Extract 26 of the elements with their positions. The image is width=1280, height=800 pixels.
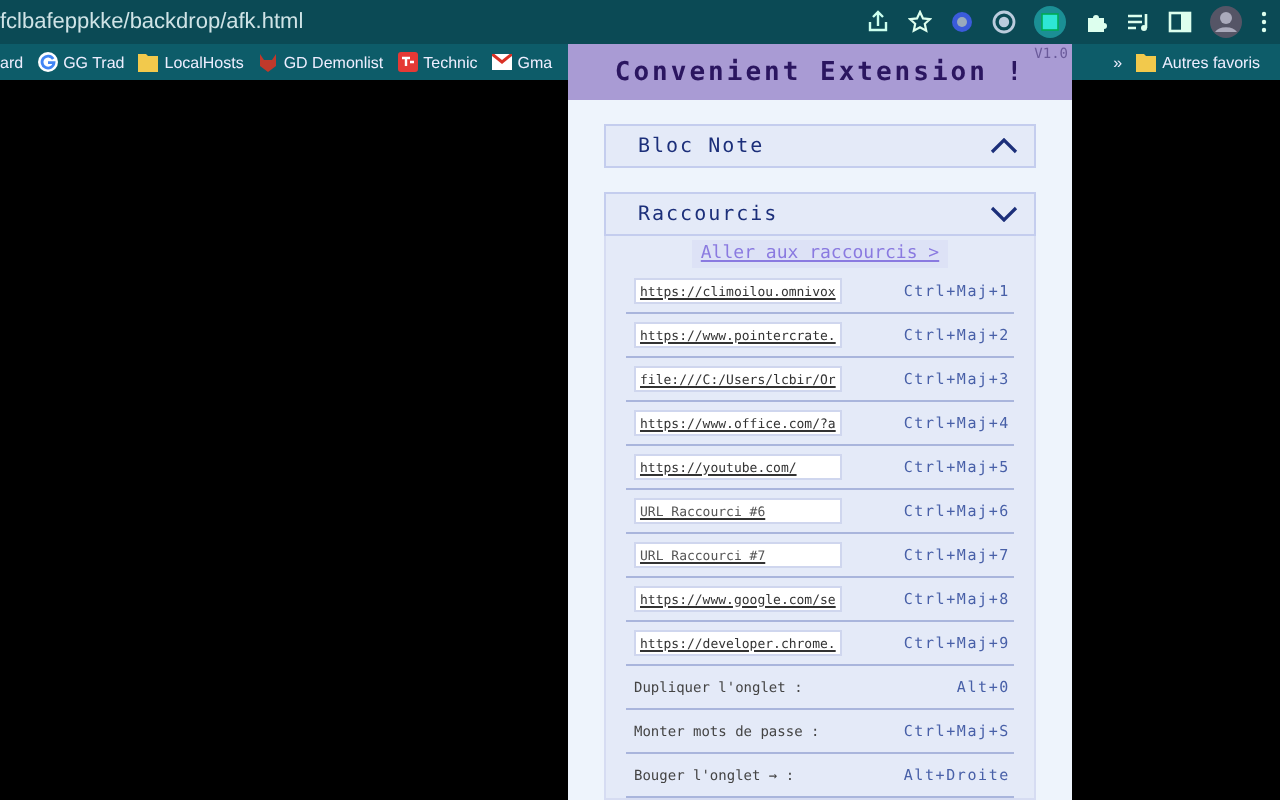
bookmark[interactable]: Autres favoris — [1136, 52, 1260, 72]
bookmark[interactable]: Gma — [491, 53, 553, 71]
record-icon[interactable] — [992, 10, 1016, 34]
star-icon[interactable] — [908, 10, 932, 34]
section-header[interactable]: Raccourcis — [604, 192, 1036, 236]
section-header[interactable]: Bloc Note — [604, 124, 1036, 168]
sidebar-icon[interactable] — [1168, 10, 1192, 34]
mail-icon — [491, 54, 512, 70]
popup-title: Convenient Extension ! — [614, 57, 1026, 87]
chevron-down-icon — [990, 206, 1018, 222]
bookmark[interactable]: ard — [0, 53, 24, 71]
playlist-icon[interactable] — [1126, 10, 1150, 34]
bookmark[interactable]: GD Demonlist — [257, 52, 384, 72]
bookmark[interactable]: GG Trad — [37, 52, 125, 72]
more-menu-icon[interactable] — [1260, 10, 1268, 34]
folder-icon — [1136, 52, 1157, 72]
puzzle-icon[interactable] — [1084, 10, 1108, 34]
google-icon — [37, 52, 58, 72]
bookmark[interactable]: Technic — [397, 52, 478, 72]
chevron-up-icon — [990, 138, 1018, 154]
more-bookmarks-button[interactable]: » — [1113, 53, 1123, 71]
share-icon[interactable] — [866, 10, 890, 34]
bookmark[interactable]: LocalHosts — [138, 52, 244, 72]
folder-icon — [138, 52, 159, 72]
avatar-icon[interactable] — [1210, 6, 1242, 38]
extension-icon[interactable] — [950, 10, 974, 34]
